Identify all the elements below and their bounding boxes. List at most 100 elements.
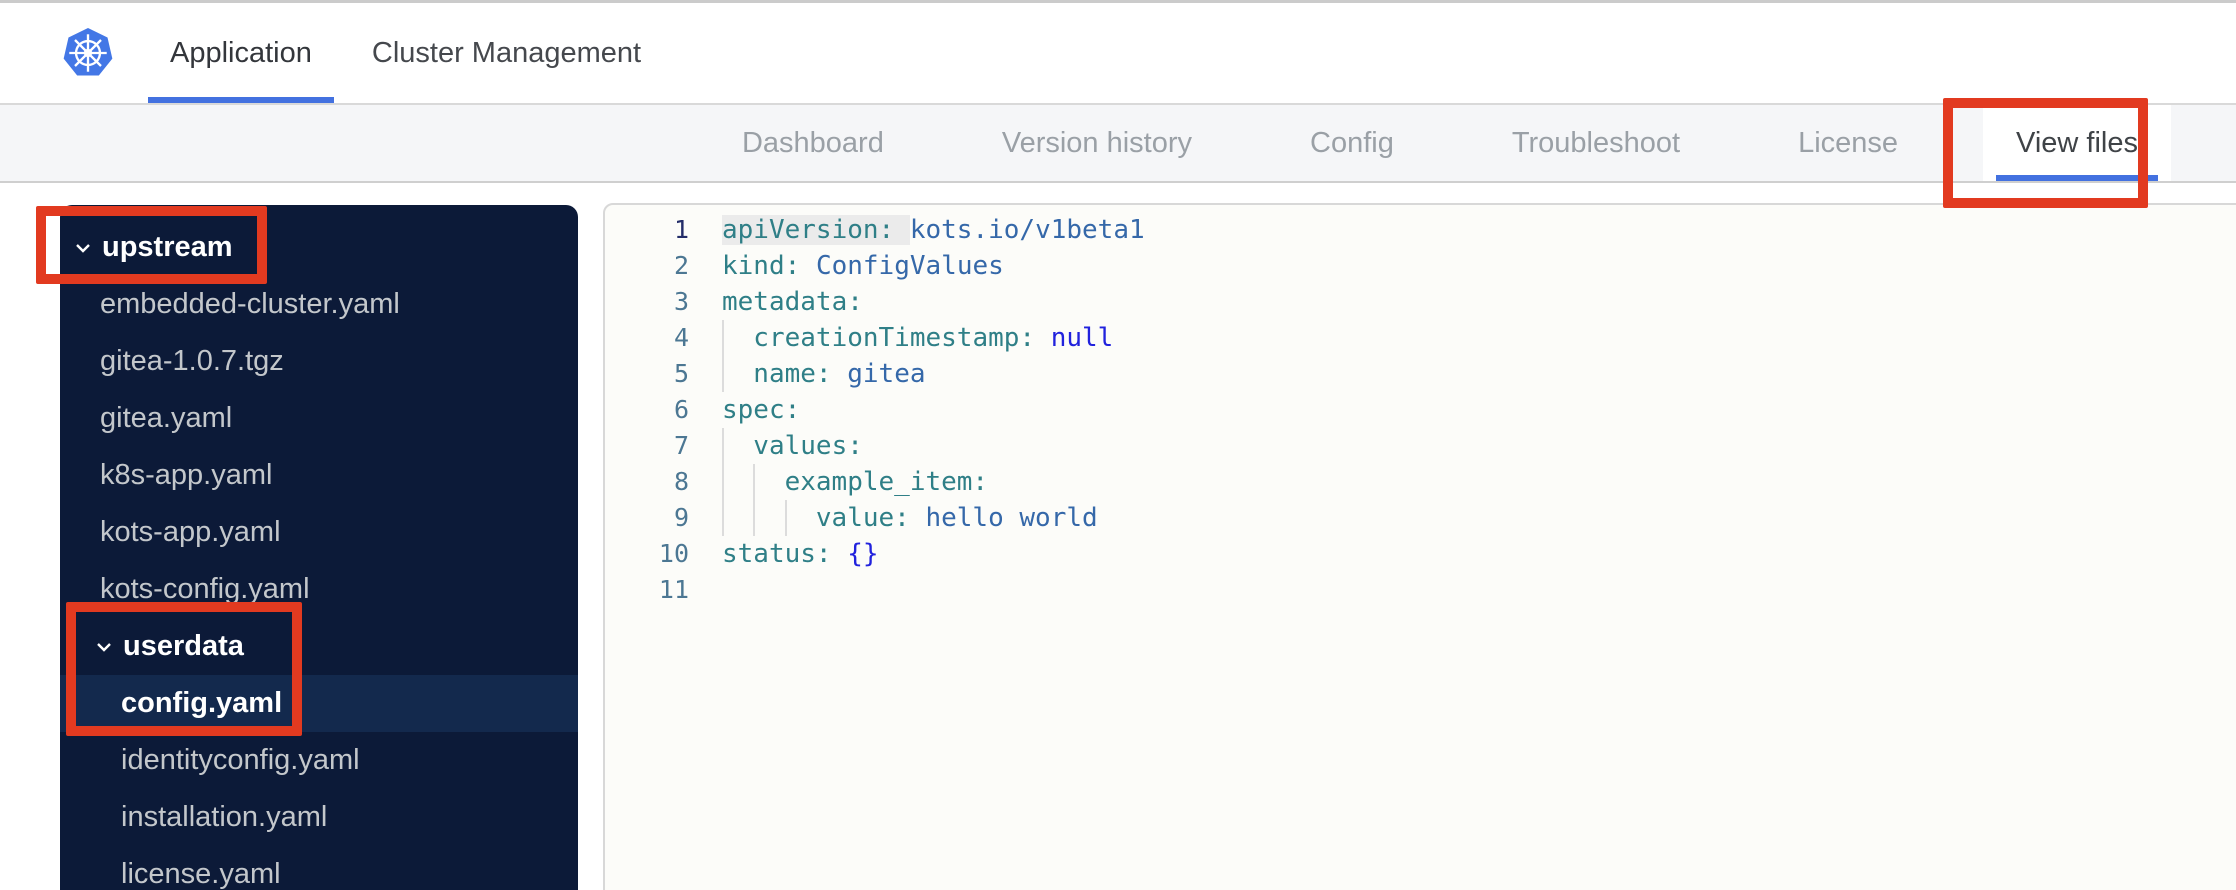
token-plain xyxy=(894,215,910,245)
code-content: example_item: xyxy=(689,464,988,500)
line-number: 8 xyxy=(673,467,689,496)
header-tab-label: Cluster Management xyxy=(371,36,642,69)
subnav-item-license[interactable]: License xyxy=(1798,105,1898,181)
header-tab-label: Application xyxy=(170,36,312,69)
file-name: gitea.yaml xyxy=(100,402,233,434)
tree-file-gitea-yaml[interactable]: gitea.yaml xyxy=(60,390,578,447)
token-key: values: xyxy=(753,431,863,461)
subnav-item-label: Dashboard xyxy=(741,126,884,159)
code-content: status: {} xyxy=(689,536,879,572)
token-key: metadata: xyxy=(722,287,863,317)
token-val: kots.io/v1beta1 xyxy=(909,215,1145,245)
tree-file-gitea-1-0-7-tgz[interactable]: gitea-1.0.7.tgz xyxy=(60,333,578,390)
code-line-5: 5 name: gitea xyxy=(605,356,2236,392)
subnav-item-label: View files xyxy=(2016,126,2138,159)
tree-file-config-yaml[interactable]: config.yaml xyxy=(60,675,578,732)
code-line-8: 8 example_item: xyxy=(605,464,2236,500)
line-number: 7 xyxy=(673,431,689,460)
code-content: values: xyxy=(689,428,863,464)
indent-guide xyxy=(753,464,784,500)
kots-admin-console: Application Cluster Management Dashboard V… xyxy=(0,0,2236,890)
file-name: config.yaml xyxy=(121,687,283,719)
yaml-editor-panel[interactable]: 1 apiVersion: kots.io/v1beta1 2 kind: Confi… xyxy=(603,203,2236,890)
subnav-item-version-history[interactable]: Version history xyxy=(1002,105,1192,181)
code-line-6: 6 spec: xyxy=(605,392,2236,428)
line-number: 1 xyxy=(673,215,689,244)
token-key: creationTimestamp: xyxy=(753,323,1036,353)
token-key: status: xyxy=(722,539,832,569)
folder-name: userdata xyxy=(123,630,244,662)
file-name: installation.yaml xyxy=(121,801,328,833)
code-line-10: 10 status: {} xyxy=(605,536,2236,572)
code-content: value: hello world xyxy=(689,500,1098,536)
kubernetes-logo-icon xyxy=(62,24,114,82)
line-number: 11 xyxy=(658,575,689,604)
token-atom: null xyxy=(1050,323,1114,353)
file-name: embedded-cluster.yaml xyxy=(100,288,400,320)
code-line-1: 1 apiVersion: kots.io/v1beta1 xyxy=(605,212,2236,248)
tree-file-k8s-app-yaml[interactable]: k8s-app.yaml xyxy=(60,447,578,504)
token-key: spec: xyxy=(722,395,801,425)
file-name: identityconfig.yaml xyxy=(121,744,360,776)
code-line-2: 2 kind: ConfigValues xyxy=(605,248,2236,284)
token-key: value: xyxy=(815,503,910,533)
subnav-item-label: Troubleshoot xyxy=(1511,126,1681,159)
tree-file-license-yaml[interactable]: license.yaml xyxy=(60,846,578,890)
indent-guide xyxy=(722,356,753,392)
code-line-7: 7 values: xyxy=(605,428,2236,464)
tree-folder-upstream[interactable]: upstream xyxy=(60,219,578,276)
indent-guide xyxy=(753,500,784,536)
subnav-item-view-files[interactable]: View files xyxy=(1983,105,2171,181)
file-name: k8s-app.yaml xyxy=(100,459,273,491)
token-key: name: xyxy=(753,359,832,389)
line-number: 4 xyxy=(673,323,689,352)
tree-file-kots-app-yaml[interactable]: kots-app.yaml xyxy=(60,504,578,561)
token-atom: {} xyxy=(847,539,879,569)
token-key: kind: xyxy=(722,251,801,281)
token-val: gitea xyxy=(847,359,926,389)
indent-guide xyxy=(722,428,753,464)
code-content: name: gitea xyxy=(689,356,926,392)
tree-folder-userdata[interactable]: userdata xyxy=(60,618,578,675)
header-tab-bar: Application Cluster Management xyxy=(140,3,671,103)
subnav-item-label: Config xyxy=(1310,126,1394,159)
file-name: license.yaml xyxy=(121,858,281,890)
line-number: 2 xyxy=(673,251,689,280)
code-content: creationTimestamp: null xyxy=(689,320,1113,356)
code-line-4: 4 creationTimestamp: null xyxy=(605,320,2236,356)
code-content: apiVersion: kots.io/v1beta1 xyxy=(689,212,1145,248)
file-tree-sidebar: upstream embedded-cluster.yaml gitea-1.0.7… xyxy=(60,205,578,890)
token-val: ConfigValues xyxy=(815,251,1004,281)
app-header: Application Cluster Management xyxy=(0,3,2236,105)
line-number: 9 xyxy=(673,503,689,532)
header-tab-application[interactable]: Application xyxy=(140,3,342,103)
code-content: metadata: xyxy=(689,284,863,320)
indent-guide xyxy=(722,464,753,500)
file-name: kots-config.yaml xyxy=(100,573,310,605)
indent-guide xyxy=(722,320,753,356)
app-subnav: Dashboard Version history Config Troublesho… xyxy=(0,105,2236,183)
code-content: spec: xyxy=(689,392,800,428)
chevron-down-icon xyxy=(76,243,90,253)
header-tab-cluster-management[interactable]: Cluster Management xyxy=(342,3,671,103)
token-val: hello world xyxy=(925,503,1098,533)
subnav-item-label: Version history xyxy=(1001,126,1193,159)
file-name: kots-app.yaml xyxy=(100,516,281,548)
tree-file-installation-yaml[interactable]: installation.yaml xyxy=(60,789,578,846)
subnav-item-troubleshoot[interactable]: Troubleshoot xyxy=(1512,105,1680,181)
token-key: apiVersion: xyxy=(722,215,895,245)
line-number: 3 xyxy=(673,287,689,316)
file-name: gitea-1.0.7.tgz xyxy=(100,345,284,377)
subnav-item-dashboard[interactable]: Dashboard xyxy=(742,105,884,181)
folder-name: upstream xyxy=(102,231,233,263)
line-number: 6 xyxy=(673,395,689,424)
subnav-item-config[interactable]: Config xyxy=(1310,105,1394,181)
tree-file-kots-config-yaml[interactable]: kots-config.yaml xyxy=(60,561,578,618)
tree-file-identityconfig-yaml[interactable]: identityconfig.yaml xyxy=(60,732,578,789)
indent-guide xyxy=(722,500,753,536)
tree-file-embedded-cluster-yaml[interactable]: embedded-cluster.yaml xyxy=(60,276,578,333)
